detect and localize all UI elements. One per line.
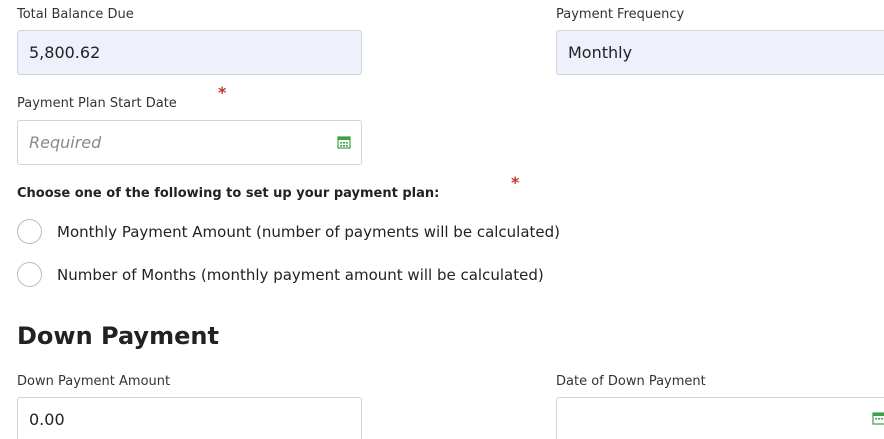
down-payment-amount-label: Down Payment Amount bbox=[17, 374, 171, 389]
start-date-label: Payment Plan Start Date bbox=[17, 96, 177, 111]
radio-button[interactable] bbox=[17, 219, 42, 244]
plan-option-label: Number of Months (monthly payment amount… bbox=[57, 265, 544, 284]
plan-choice-label: Choose one of the following to set up yo… bbox=[17, 186, 440, 201]
radio-button[interactable] bbox=[17, 262, 42, 287]
calendar-icon[interactable] bbox=[337, 135, 351, 149]
payment-plan-form: Total Balance Due 5,800.62 Payment Frequ… bbox=[0, 0, 884, 439]
plan-option-label: Monthly Payment Amount (number of paymen… bbox=[57, 222, 561, 241]
total-balance-field: 5,800.62 bbox=[17, 30, 362, 75]
plan-option-monthly-amount[interactable]: Monthly Payment Amount (number of paymen… bbox=[17, 219, 560, 244]
plan-option-number-of-months[interactable]: Number of Months (monthly payment amount… bbox=[17, 262, 544, 287]
payment-frequency-label: Payment Frequency bbox=[556, 7, 685, 22]
down-payment-date-label: Date of Down Payment bbox=[556, 374, 706, 389]
start-date-input[interactable]: Required bbox=[17, 120, 362, 165]
down-payment-amount-input[interactable]: 0.00 bbox=[17, 397, 362, 439]
payment-frequency-field: Monthly bbox=[556, 30, 884, 75]
calendar-icon[interactable] bbox=[872, 411, 884, 425]
start-date-required-mark: * bbox=[218, 83, 227, 102]
total-balance-label: Total Balance Due bbox=[17, 7, 134, 22]
down-payment-heading: Down Payment bbox=[17, 322, 219, 350]
down-payment-date-input[interactable] bbox=[556, 397, 884, 439]
plan-choice-required-mark: * bbox=[511, 173, 520, 192]
